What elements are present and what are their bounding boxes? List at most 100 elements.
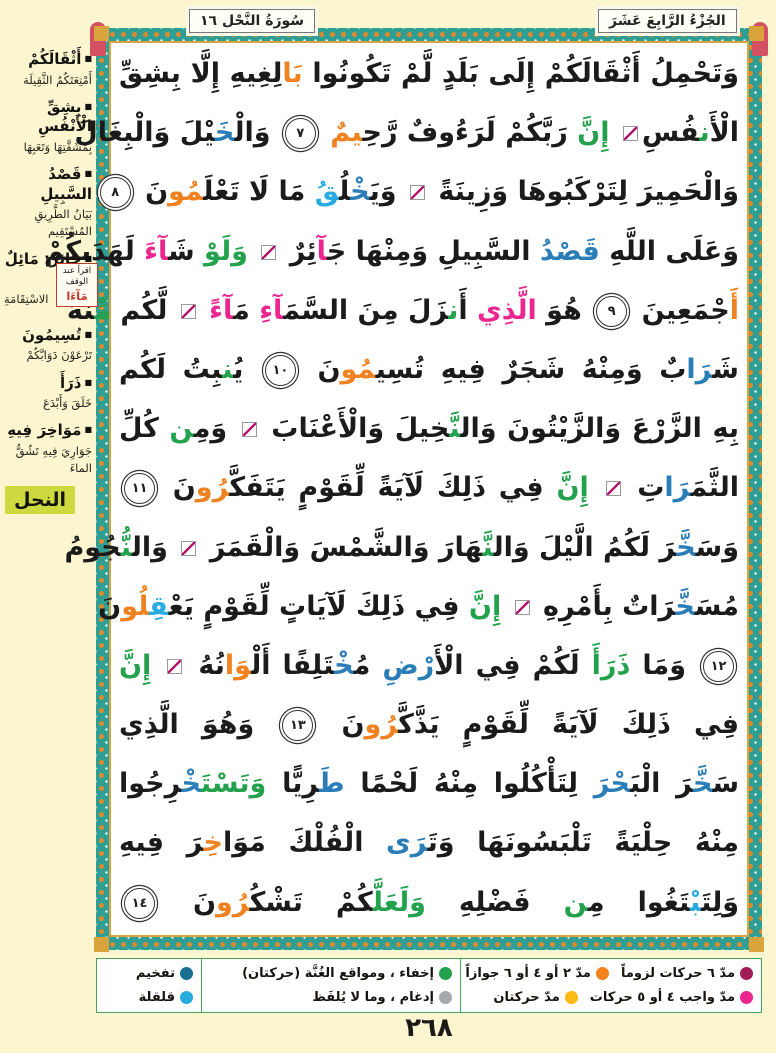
tajweed-legend: مدّ ٦ حركات لزوماًمدّ ٢ أو ٤ أو ٦ جوازاً… [96,958,762,1013]
glossary-entry: ■بِشِقِّ الْأَنْفُسِبِمَشَقَّتِهَا وَتَع… [2,98,92,156]
hizb-mark-icon [181,304,196,319]
quran-word: تِ [625,472,665,503]
quran-word: إِنَّ [119,650,163,681]
ayah-number-badge: ١١ [124,473,155,504]
quran-word: لِتَأْكُلُوا مِنْهُ لَحْمًا [345,768,594,799]
quran-word: لَكُمْ فِي الْأَ [434,650,591,681]
quran-line: فِي ذَلِكَ لَآيَةً لِّقَوْمٍ يَذَّكَّ‍‍ر… [119,695,739,754]
quran-word: ‍خَّ‍ [676,532,695,563]
quran-word: وَسَ‍ [696,532,739,563]
bullet-icon: ■ [84,425,92,434]
quran-word: وَال‍ [132,532,178,563]
hizb-mark-icon [606,481,621,496]
bullet-icon: ■ [84,169,92,178]
surah-name-tag: النحل [5,486,75,514]
ayah-number-badge: ١٠ [265,355,296,386]
quran-word: رَّحِ‍ [363,117,398,148]
quran-word: ‍ن [564,887,588,918]
quran-text-area: وَتَحْمِلُ أَثْقَالَكُمْ إِلَى بَلَدٍ لَ… [109,41,749,937]
quran-word: مِنْهُ حِلْيَةً تَلْبَسُونَهَا وَتَ‍ [428,827,739,858]
bullet-icon: ■ [84,378,92,387]
quran-word: نَ [318,709,364,740]
quran-word: إِنَّ [469,591,511,622]
legend-entry: تفخيم [136,966,193,981]
quran-word: ‍رَا [664,472,690,503]
quran-word: ‍ن‍ [222,354,233,385]
glossary-definition: بَيَانُ الطَّرِيقِ المُسْتَقِيم [2,206,92,241]
hizb-mark-icon [261,245,276,260]
quran-word: ‍بِتُ لَكُم [119,354,222,385]
quran-line: الْأَن‍‍فُسِ إِنَّ رَبَّكُمْ لَرَءُوفٌ ر… [119,103,739,162]
quran-word: وَالْ‍ [234,117,280,148]
quran-word: وَتَسْتَ‍ [201,768,266,799]
quran-word: يُ‍ [233,354,260,385]
quran-word: ‍خْ‍ [334,650,353,681]
quran-word: نُهُ [186,650,225,681]
legend-label: مدّ واجب ٤ أو ٥ حركات [590,990,735,1005]
ayah-number-badge: ١٤ [124,888,155,919]
quran-word: ‍حْرَ [594,768,630,799]
quran-word: إِنَّ [568,117,619,148]
quran-word: وَهُوَ الَّذِي [119,709,277,740]
glossary-term: ■بِشِقِّ الْأَنْفُسِ [2,98,92,137]
quran-word: مَا لَا تَعْلَ‍ [203,176,315,207]
quran-word: ‍مُو [168,176,203,207]
quran-line: الثَّمَ‍‍رَاتِ إِنَّ فِي ذَلِكَ لَآيَةً … [119,458,739,517]
glossary-term: ■أَثْقَالَكُمْ [2,50,92,70]
glossary-definition: أَمْتِعَتَكُمُ الثَّقِيلَة [2,72,92,89]
quran-word: فِي ذَلِكَ لَآيَاتٍ لِّقَوْمٍ يَعْ‍ [169,591,469,622]
quran-word: ‍نَّ‍ [482,532,493,563]
quran-line: أَجْمَعِينَ ٩ هُوَ الَّذِي أَن‍‍زَلَ مِن… [119,281,739,340]
legend-label: قلقلة [139,990,175,1005]
quran-word: نَ [160,887,216,918]
quran-line: مُسَ‍‍خَّ‍‍رَاتٌ بِأَمْرِهِ إِنَّ فِي ذَ… [119,577,739,636]
quran-word: ‍خَّ‍ [675,591,694,622]
quran-word: نَ [301,354,341,385]
quran-word: وَمِ‍ [194,413,238,444]
waqf-note-box: اقرأ عند الوقف مَآءَا [56,263,98,307]
legend-column: تفخيم قلقلة [97,959,202,1012]
quran-word: نَ [136,176,168,207]
quran-word: ‍خَ‍ [215,117,234,148]
frame-corner-ornament [749,937,764,952]
quran-word: نَ [98,591,121,622]
quran-word: ‍آ [317,236,327,267]
quran-word: ‍جُومُ [65,532,121,563]
mushaf-page: { "page": { "number": "٢٦٨" }, "header":… [0,0,776,1053]
ayah-number-badge: ٧ [285,118,316,149]
legend-color-dot [740,991,753,1004]
quran-word: طَ‍ [319,768,344,799]
ayah-number-badge: ٨ [100,177,131,208]
quran-word: ‍رَا [686,354,712,385]
quran-word: ‍خَّ‍ [693,768,712,799]
quran-word: قَصْدُ [540,236,600,267]
quran-word: وَعَلَى اللَّهِ [600,236,739,267]
legend-row: إدغام ، وما لا يُلفَظ [210,990,452,1005]
bullet-icon: ■ [84,54,92,63]
quran-word: ن‍ [448,295,458,326]
quran-word: شَ‍ [712,354,739,385]
quran-word: ‍وَا [225,650,251,681]
hizb-mark-icon [515,600,530,615]
legend-entry: مدّ ٢ أو ٤ أو ٦ جوازاً [465,966,609,981]
quran-word: فِي ذَلِكَ لَآيَةً لِّقَوْمٍ يَذَّكَّ‍ [398,709,739,740]
page-border-frame: وَتَحْمِلُ أَثْقَالَكُمْ إِلَى بَلَدٍ لَ… [96,28,762,950]
quran-word: ‍خِيلَ وَالْأَعْنَابَ [261,413,450,444]
quran-word: رَبَّكُمْ لَرَءُوفٌ [398,117,568,148]
waqf-note-line: اقرأ عند [63,266,91,276]
legend-color-dot [180,991,193,1004]
quran-word: أَ [730,295,739,326]
quran-word: ‍رَ لَكُمُ الَّيْلَ وَال‍ [493,532,676,563]
quran-word: ‍رُو [365,709,399,740]
quran-line: وَالْحَمِيرَ لِتَرْكَبُوهَا وَزِينَةً وَ… [119,162,739,221]
legend-entry: مدّ واجب ٤ أو ٥ حركات [590,990,753,1005]
quran-word: ‍رُو [196,472,230,503]
legend-entry: قلقلة [139,990,193,1005]
quran-word: ‍رَ الْبَ‍ [630,768,693,799]
glossary-entry: ■مَوَاخِرَ فِيهِجَوَارِيَ فِيهِ تَشُقُّ … [2,421,92,477]
quran-word: ‍قِ‍ [149,591,168,622]
quran-word: ‍زَلَ مِنَ السَّمَ‍ [283,295,448,326]
quran-word: ‍ن [169,413,193,444]
quran-word: لِغِيهِ إِلَّا بِشِقِّ [119,58,282,89]
quran-word: ‍نَّ‍ [449,413,460,444]
